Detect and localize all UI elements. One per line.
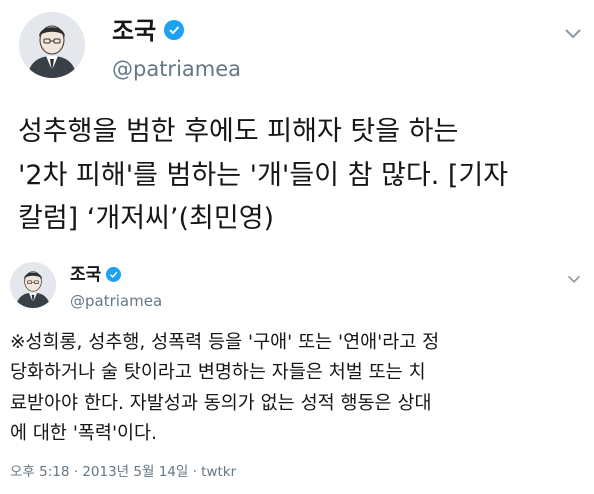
tweet-text-line: 성추행을 범한 후에도 피해자 탓을 하는 (18, 116, 459, 147)
quoted-author-name[interactable]: 조국 (70, 264, 101, 286)
avatar[interactable] (19, 12, 85, 78)
tweet-timestamp[interactable]: 오후 5:18 · 2013년 5월 14일 · twtkr (10, 463, 236, 481)
quoted-avatar[interactable] (10, 262, 56, 308)
quoted-text-line: 에 대한 '폭력'이다. (10, 423, 157, 444)
verified-badge-icon (106, 267, 121, 282)
quoted-author-handle[interactable]: @patriamea (70, 291, 162, 311)
avatar-icon (10, 262, 56, 308)
quoted-text-line: ※성희롱, 성추행, 성폭력 등을 '구애' 또는 '연애'라고 정 (10, 332, 440, 353)
avatar-icon (19, 12, 85, 78)
author-name[interactable]: 조국 (112, 16, 156, 46)
chevron-down-icon[interactable] (566, 270, 582, 283)
quoted-text-line: 료받아야 한다. 자발성과 동의가 없는 성적 행동은 상대 (10, 393, 432, 414)
tweet-text-line: '2차 피해'를 범하는 '개'들이 참 많다. [기자 (18, 160, 509, 191)
tweet-text-line: 칼럼] ‘개저씨’(최민영) (18, 203, 275, 234)
verified-badge-icon (164, 20, 184, 40)
quoted-text-line: 당화하거나 술 탓이라고 변명하는 자들은 처벌 또는 치 (10, 362, 426, 383)
chevron-down-icon[interactable] (563, 26, 583, 40)
author-handle[interactable]: @patriamea (112, 56, 241, 82)
